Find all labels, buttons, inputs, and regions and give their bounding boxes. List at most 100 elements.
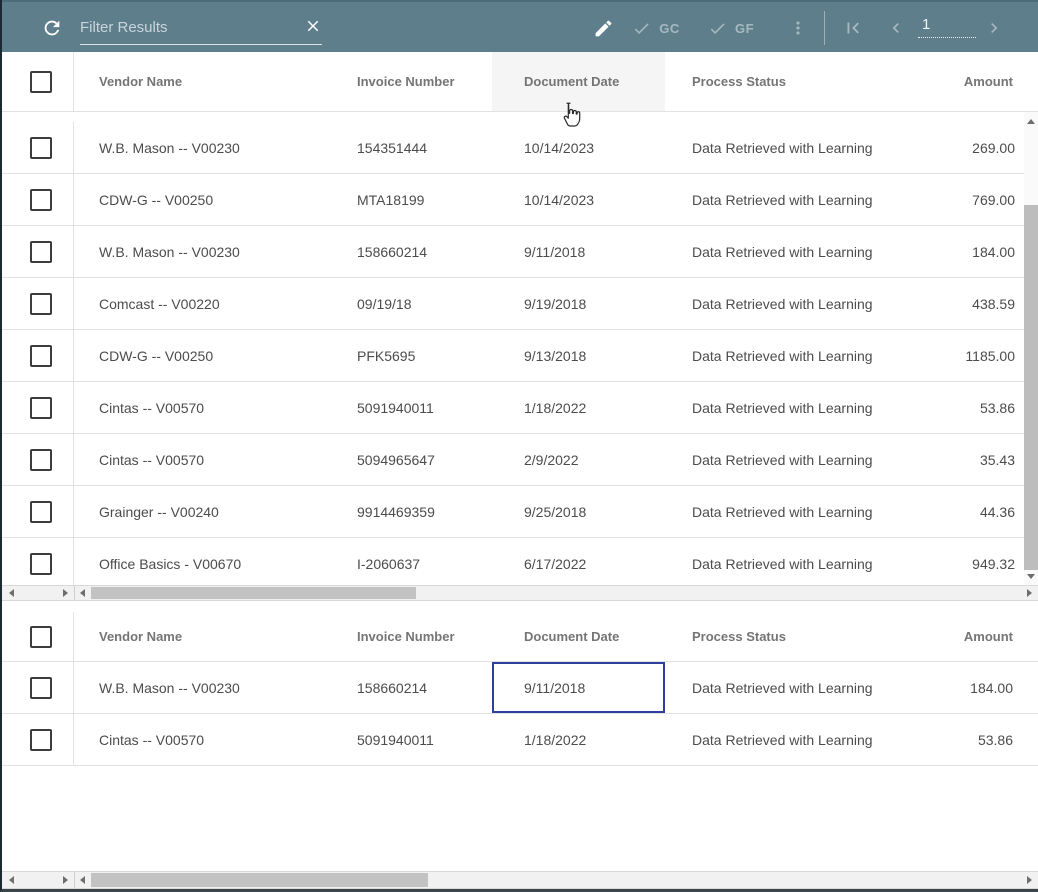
scroll-right-arrow[interactable] [58, 872, 72, 888]
column-header-document-date[interactable]: Document Date [492, 612, 665, 661]
scroll-left-arrow[interactable] [75, 872, 89, 888]
process-status-cell[interactable]: Data Retrieved with Learning [665, 486, 905, 537]
column-header-vendor-name[interactable]: Vendor Name [74, 612, 357, 661]
more-options-button[interactable] [787, 2, 809, 54]
row-checkbox[interactable] [30, 189, 52, 211]
vendor-name-cell[interactable]: Office Basics - V00670 [74, 538, 357, 585]
column-header-process-status[interactable]: Process Status [665, 612, 905, 661]
first-page-button[interactable] [840, 2, 866, 54]
invoice-number-cell[interactable]: 5091940011 [357, 714, 492, 765]
refresh-button[interactable] [38, 2, 66, 54]
invoice-number-cell[interactable]: I-2060637 [357, 538, 492, 585]
vendor-name-cell[interactable]: CDW-G -- V00250 [74, 174, 357, 225]
row-checkbox[interactable] [30, 241, 52, 263]
column-header-invoice-number[interactable]: Invoice Number [357, 612, 492, 661]
process-status-cell[interactable]: Data Retrieved with Learning [665, 330, 905, 381]
horizontal-scrollbar-thumb[interactable] [91, 587, 416, 599]
vendor-name-cell[interactable]: Cintas -- V00570 [74, 714, 357, 765]
table-row[interactable]: Comcast -- V00220 09/19/18 9/19/2018 Dat… [2, 278, 1026, 330]
clear-filter-button[interactable] [304, 17, 322, 38]
amount-cell[interactable]: 53.86 [905, 382, 1026, 433]
row-checkbox[interactable] [30, 293, 52, 315]
row-checkbox[interactable] [30, 449, 52, 471]
vendor-name-cell[interactable]: W.B. Mason -- V00230 [74, 122, 357, 173]
process-status-cell[interactable]: Data Retrieved with Learning [665, 714, 905, 765]
document-date-cell[interactable]: 9/25/2018 [492, 486, 665, 537]
row-checkbox[interactable] [30, 137, 52, 159]
select-all-checkbox[interactable] [30, 626, 52, 648]
frozen-column-scrollbar[interactable] [2, 872, 75, 888]
invoice-number-cell[interactable]: 9914469359 [357, 486, 492, 537]
vertical-scrollbar-thumb[interactable] [1024, 205, 1038, 570]
scroll-left-arrow[interactable] [4, 586, 18, 600]
invoice-number-cell[interactable]: MTA18199 [357, 174, 492, 225]
amount-cell[interactable]: 184.00 [905, 226, 1026, 277]
invoice-number-cell[interactable]: 158660214 [357, 662, 492, 713]
process-status-cell[interactable]: Data Retrieved with Learning [665, 226, 905, 277]
table-row[interactable]: Cintas -- V00570 5091940011 1/18/2022 Da… [2, 714, 1038, 766]
scroll-right-arrow[interactable] [58, 586, 72, 600]
column-header-invoice-number[interactable]: Invoice Number [357, 52, 492, 111]
filter-input[interactable] [80, 19, 304, 36]
next-page-button[interactable] [982, 2, 1006, 54]
vendor-name-cell[interactable]: CDW-G -- V00250 [74, 330, 357, 381]
page-number-input[interactable] [918, 14, 976, 38]
frozen-column-scrollbar[interactable] [2, 586, 75, 600]
horizontal-scrollbar-top[interactable] [2, 585, 1038, 601]
edit-button[interactable] [590, 2, 616, 54]
main-horizontal-scrollbar[interactable] [75, 872, 1038, 888]
vendor-name-cell[interactable]: Comcast -- V00220 [74, 278, 357, 329]
table-row[interactable]: W.B. Mason -- V00230 158660214 9/11/2018… [2, 226, 1026, 278]
invoice-number-cell[interactable]: PFK5695 [357, 330, 492, 381]
process-status-cell[interactable]: Data Retrieved with Learning [665, 278, 905, 329]
vendor-name-cell[interactable]: Cintas -- V00570 [74, 434, 357, 485]
previous-page-button[interactable] [884, 2, 908, 54]
document-date-cell[interactable]: 1/18/2022 [492, 382, 665, 433]
scroll-right-arrow[interactable] [1022, 872, 1036, 888]
row-checkbox[interactable] [30, 397, 52, 419]
invoice-number-cell[interactable]: 158660214 [357, 226, 492, 277]
column-header-vendor-name[interactable]: Vendor Name [74, 52, 357, 111]
column-header-amount[interactable]: Amount [905, 52, 1038, 111]
invoice-number-cell[interactable]: 09/19/18 [357, 278, 492, 329]
column-header-process-status[interactable]: Process Status [665, 52, 905, 111]
horizontal-scrollbar-thumb[interactable] [91, 873, 428, 887]
amount-cell[interactable]: 184.00 [905, 662, 1038, 713]
scroll-up-arrow[interactable] [1024, 114, 1038, 128]
invoice-number-cell[interactable]: 154351444 [357, 122, 492, 173]
invoice-number-cell[interactable]: 5094965647 [357, 434, 492, 485]
vendor-name-cell[interactable]: W.B. Mason -- V00230 [74, 226, 357, 277]
table-row[interactable]: W.B. Mason -- V00230 158660214 9/11/2018… [2, 662, 1038, 714]
main-horizontal-scrollbar[interactable] [75, 586, 1038, 600]
document-date-cell[interactable]: 9/19/2018 [492, 278, 665, 329]
amount-cell[interactable]: 438.59 [905, 278, 1026, 329]
table-row[interactable]: Cintas -- V00570 5094965647 2/9/2022 Dat… [2, 434, 1026, 486]
scroll-down-arrow[interactable] [1024, 569, 1038, 583]
column-header-amount[interactable]: Amount [905, 612, 1038, 661]
process-status-cell[interactable]: Data Retrieved with Learning [665, 382, 905, 433]
document-date-cell[interactable]: 6/17/2022 [492, 538, 665, 585]
table-row[interactable]: CDW-G -- V00250 PFK5695 9/13/2018 Data R… [2, 330, 1026, 382]
row-checkbox[interactable] [30, 553, 52, 575]
process-status-cell[interactable]: Data Retrieved with Learning [665, 174, 905, 225]
table-row[interactable]: Cintas -- V00570 5091940011 1/18/2022 Da… [2, 382, 1026, 434]
vendor-name-cell[interactable]: Grainger -- V00240 [74, 486, 357, 537]
horizontal-scrollbar-bottom[interactable] [2, 871, 1038, 889]
document-date-cell[interactable]: 9/11/2018 [492, 226, 665, 277]
document-date-cell[interactable]: 10/14/2023 [492, 174, 665, 225]
amount-cell[interactable]: 269.00 [905, 122, 1026, 173]
table-row[interactable]: CDW-G -- V00250 MTA18199 10/14/2023 Data… [2, 174, 1026, 226]
column-header-document-date[interactable]: Document Date [492, 52, 665, 111]
amount-cell[interactable]: 35.43 [905, 434, 1026, 485]
process-status-cell[interactable]: Data Retrieved with Learning [665, 434, 905, 485]
scroll-left-arrow[interactable] [4, 872, 18, 888]
invoice-number-cell[interactable]: 5091940011 [357, 382, 492, 433]
row-checkbox[interactable] [30, 677, 52, 699]
vendor-name-cell[interactable]: Cintas -- V00570 [74, 382, 357, 433]
gc-button[interactable]: GC [630, 2, 682, 54]
vertical-scrollbar[interactable] [1024, 112, 1038, 585]
document-date-cell[interactable]: 9/11/2018 [492, 662, 665, 713]
amount-cell[interactable]: 53.86 [905, 714, 1038, 765]
amount-cell[interactable]: 44.36 [905, 486, 1026, 537]
row-checkbox[interactable] [30, 345, 52, 367]
